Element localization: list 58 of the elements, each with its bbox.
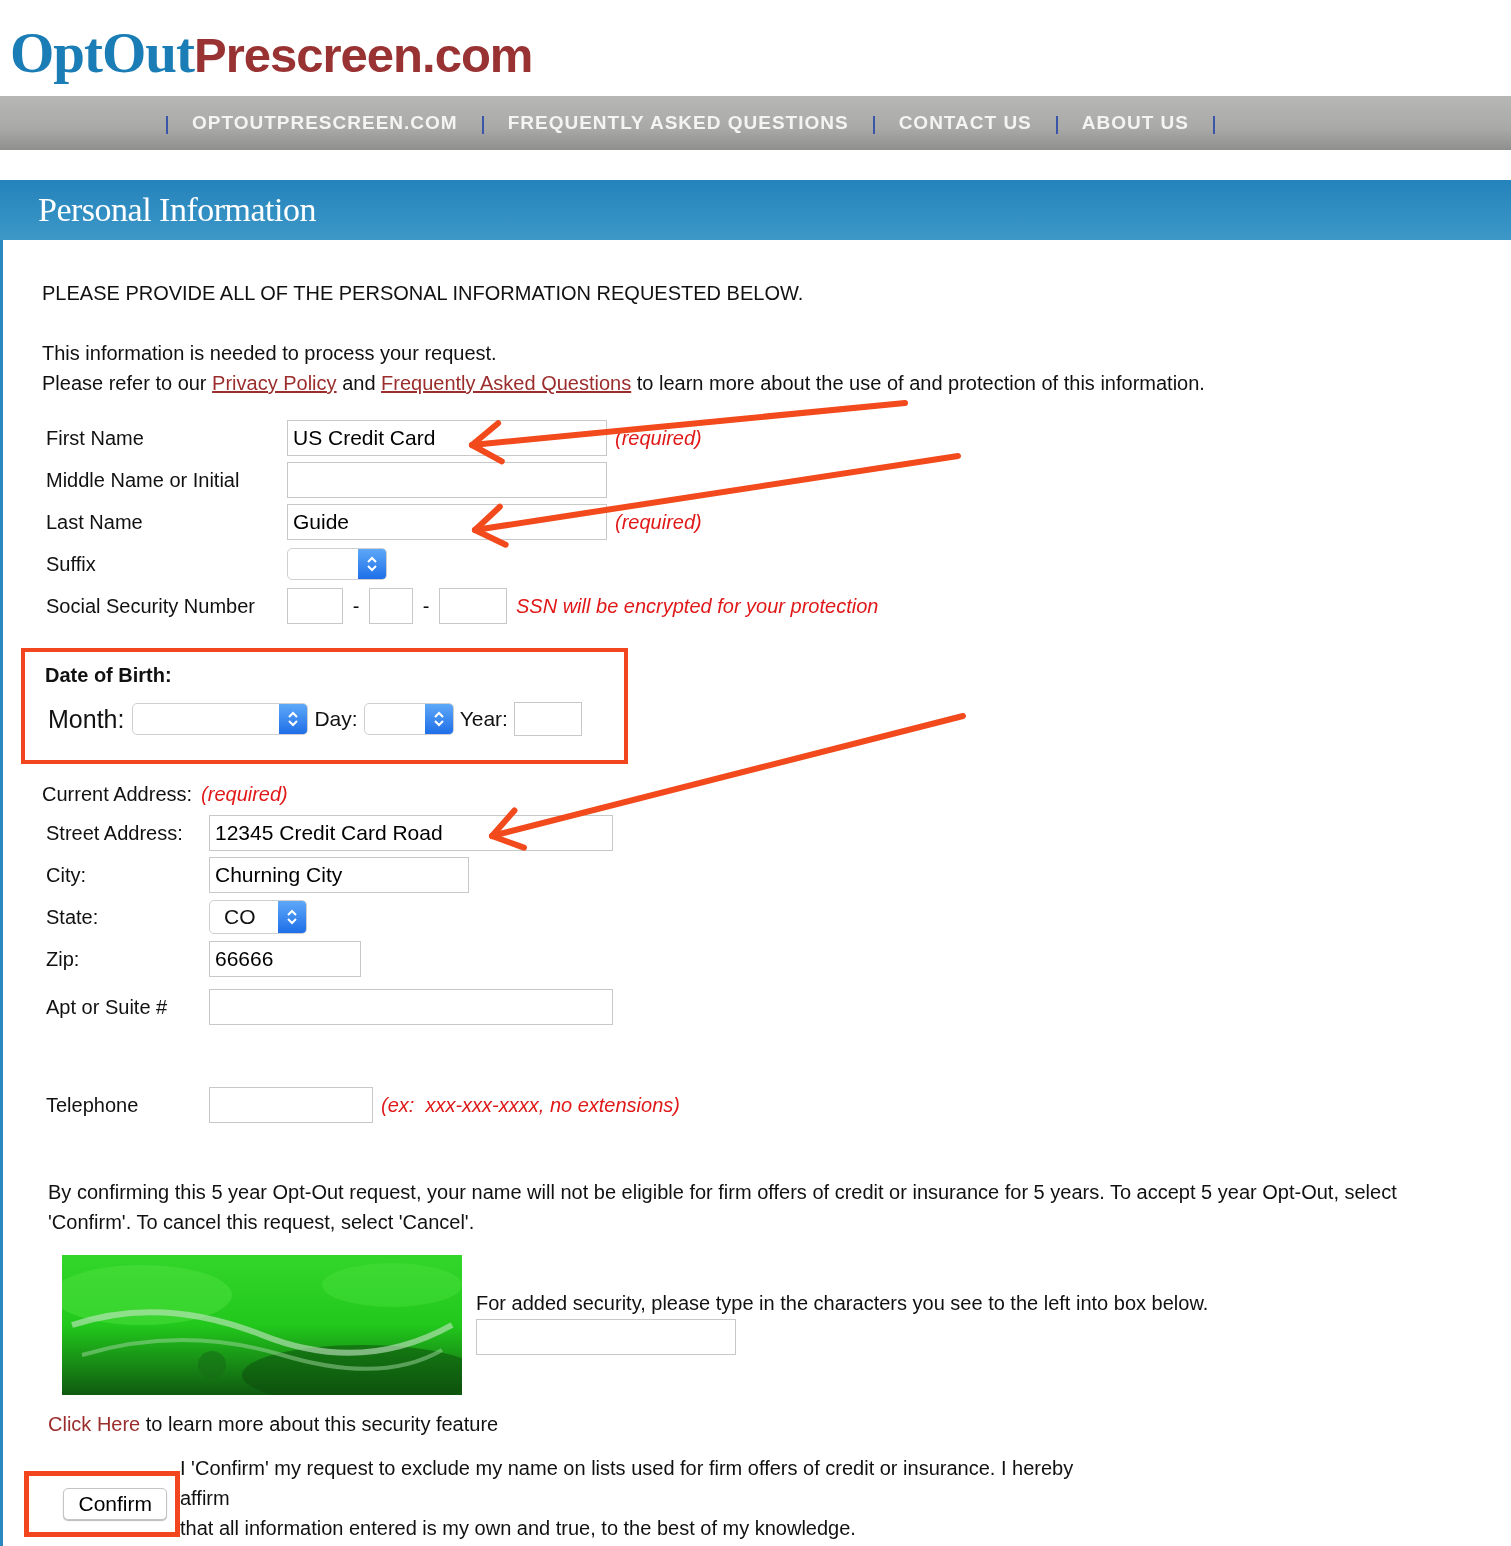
dropdown[interactable] bbox=[132, 703, 309, 735]
disclaimer-text: By confirming this 5 year Opt-Out request, your name will not be eligible for firm offers of credit or insurance for 5 years. To accept 5 year Opt-Out, select 'Confirm'. To cancel this request, select 'Cancel'. bbox=[48, 1180, 1398, 1235]
input-field[interactable]: US Credit Card bbox=[287, 420, 607, 456]
field-label: Suffix bbox=[46, 552, 97, 576]
input-field[interactable] bbox=[369, 588, 413, 624]
input-field[interactable]: Churning City bbox=[209, 857, 469, 893]
instructions-text: PLEASE PROVIDE ALL OF THE PERSONAL INFORMATION REQUESTED BELOW. bbox=[42, 281, 805, 306]
intro-text: Please refer to our Privacy Policy and Frequently Asked Questions to learn more about the use of and protection of this information. bbox=[42, 371, 1206, 396]
field-label: Social Security Number bbox=[46, 594, 256, 618]
field-label: State: bbox=[46, 905, 100, 929]
input-field[interactable] bbox=[476, 1319, 736, 1355]
field-label: Day: bbox=[314, 707, 358, 731]
format-hint: (ex: xxx-xxx-xxxx, no extensions) bbox=[381, 1093, 680, 1117]
chevron-icon bbox=[286, 908, 298, 926]
input-field[interactable] bbox=[513, 702, 582, 736]
dash-text: - bbox=[421, 594, 431, 618]
required-note: (required) bbox=[615, 426, 702, 450]
intro-text: This information is needed to process your request. bbox=[42, 341, 498, 366]
field-label: Apt or Suite # bbox=[46, 995, 169, 1019]
field-label: Street Address: bbox=[46, 821, 184, 845]
field-label: Middle Name or Initial bbox=[46, 468, 241, 492]
chevron-icon bbox=[287, 710, 300, 728]
text-link[interactable]: Frequently Asked Questions bbox=[381, 372, 632, 394]
input-field[interactable] bbox=[287, 588, 343, 624]
confirm-button[interactable]: Confirm bbox=[63, 1488, 167, 1520]
input-field[interactable] bbox=[287, 462, 607, 498]
logo-text[interactable]: OptOut bbox=[10, 19, 195, 85]
info-text: Click Here to learn more about this security feature bbox=[48, 1412, 500, 1437]
input-field[interactable]: 12345 Credit Card Road bbox=[209, 815, 613, 851]
field-label: Last Name bbox=[46, 510, 144, 534]
required-note: (required) bbox=[201, 782, 288, 807]
field-label: Telephone bbox=[46, 1093, 140, 1117]
required-note: (required) bbox=[615, 510, 702, 534]
input-field[interactable] bbox=[209, 1087, 373, 1123]
field-label: City: bbox=[46, 863, 87, 887]
section-label: Current Address: bbox=[42, 782, 193, 807]
section-label: Date of Birth: bbox=[45, 663, 173, 688]
ssn-note: SSN will be encrypted for your protection bbox=[516, 594, 879, 618]
text-link[interactable]: Privacy Policy bbox=[212, 372, 337, 394]
dropdown[interactable] bbox=[363, 703, 454, 735]
logo-text[interactable]: Prescreen.com bbox=[194, 26, 533, 83]
field-label: Year: bbox=[459, 707, 508, 731]
input-field[interactable]: Guide bbox=[287, 504, 607, 540]
field-label: Month: bbox=[48, 704, 125, 734]
input-field[interactable] bbox=[209, 989, 613, 1025]
chevron-icon bbox=[432, 710, 445, 728]
input-field[interactable] bbox=[439, 588, 507, 624]
text-link[interactable]: Click Here bbox=[48, 1413, 141, 1435]
field-label: Zip: bbox=[46, 947, 81, 971]
dash-text: - bbox=[351, 594, 361, 618]
chevron-icon bbox=[366, 555, 378, 573]
affirmation-text: I 'Confirm' my request to exclude my name on lists used for firm offers of credit or insurance. I hereby affirm that all information entered is my own and true, to the best of my knowledge. bbox=[180, 1456, 1074, 1541]
instruction-text: For added security, please type in the characters you see to the left into box below. bbox=[476, 1292, 1209, 1315]
field-label: First Name bbox=[46, 426, 145, 450]
section-title: Personal Information bbox=[38, 191, 316, 229]
dropdown[interactable]: CO bbox=[209, 900, 307, 934]
input-field[interactable]: 66666 bbox=[209, 941, 361, 977]
dropdown[interactable] bbox=[287, 548, 387, 580]
